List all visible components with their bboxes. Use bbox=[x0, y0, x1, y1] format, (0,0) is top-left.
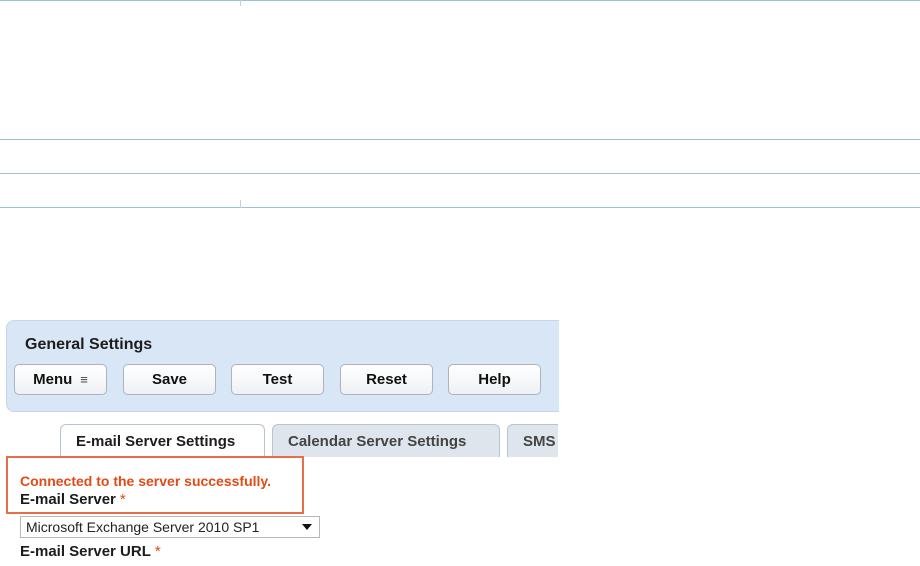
table-line bbox=[0, 139, 920, 140]
top-table-area bbox=[0, 0, 920, 210]
menu-button-label: Menu bbox=[33, 371, 73, 388]
test-button-label: Test bbox=[262, 371, 293, 388]
table-divider bbox=[240, 0, 241, 6]
table-divider bbox=[240, 200, 241, 208]
tab-calendar-server-settings[interactable]: Calendar Server Settings bbox=[272, 424, 500, 457]
save-button-label: Save bbox=[151, 371, 188, 388]
tab-label: E-mail Server Settings bbox=[76, 432, 236, 450]
email-server-select-value: Microsoft Exchange Server 2010 SP1 bbox=[26, 519, 260, 535]
reset-button-label: Reset bbox=[366, 371, 407, 388]
save-button[interactable]: Save bbox=[123, 364, 216, 395]
required-marker: * bbox=[154, 543, 161, 560]
tab-sms[interactable]: SMS bbox=[507, 424, 558, 457]
tab-email-server-settings[interactable]: E-mail Server Settings bbox=[60, 424, 265, 457]
menu-button[interactable]: Menu ≡ bbox=[14, 364, 107, 395]
table-line bbox=[0, 173, 920, 174]
help-button-label: Help bbox=[478, 371, 511, 388]
panel-title: General Settings bbox=[25, 336, 153, 353]
status-message: Connected to the server successfully. bbox=[20, 473, 272, 489]
table-line bbox=[0, 0, 920, 1]
reset-button[interactable]: Reset bbox=[340, 364, 433, 395]
chevron-down-icon bbox=[302, 524, 312, 530]
email-server-select[interactable]: Microsoft Exchange Server 2010 SP1 bbox=[20, 516, 320, 538]
tab-label: Calendar Server Settings bbox=[288, 432, 467, 450]
tab-label: SMS bbox=[523, 432, 556, 450]
email-server-url-label-text: E-mail Server URL bbox=[20, 543, 151, 560]
email-server-url-label: E-mail Server URL * bbox=[20, 543, 161, 560]
required-marker: * bbox=[119, 491, 126, 508]
general-settings-panel: General Settings Menu ≡ Save Test Reset … bbox=[6, 320, 559, 412]
table-line bbox=[0, 207, 920, 208]
test-button[interactable]: Test bbox=[231, 364, 324, 395]
email-server-label: E-mail Server * bbox=[20, 491, 126, 508]
help-button[interactable]: Help bbox=[448, 364, 541, 395]
menu-lines-icon: ≡ bbox=[80, 372, 88, 387]
email-server-label-text: E-mail Server bbox=[20, 491, 116, 508]
